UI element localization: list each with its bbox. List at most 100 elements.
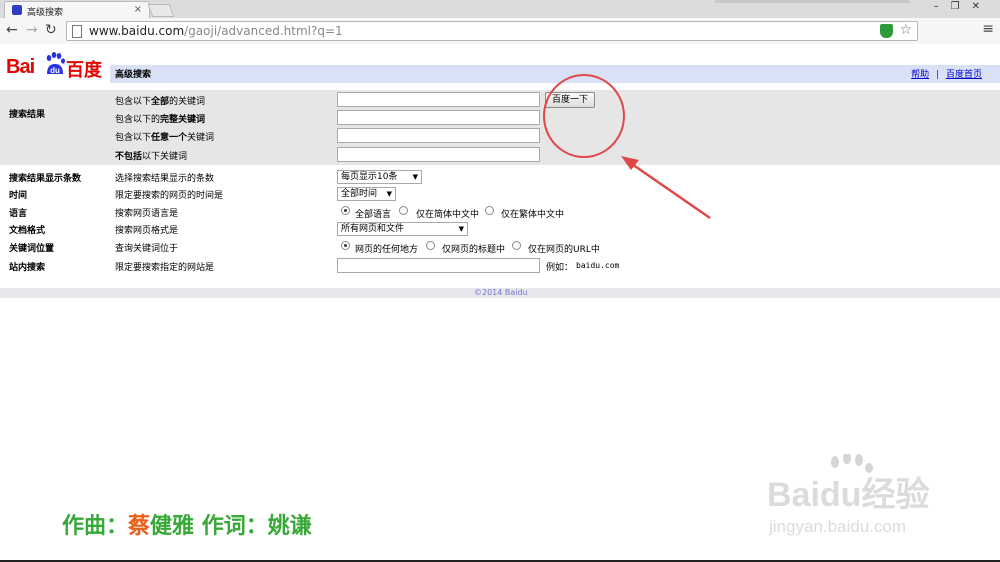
browser-chrome: 高级搜索 × –❐✕ ← → ↻ www.baidu.com/gaoji/adv… bbox=[0, 0, 1000, 44]
time-value: 全部时间 bbox=[341, 189, 378, 199]
reload-icon[interactable]: ↻ bbox=[45, 22, 57, 38]
site-search-label: 站内搜索 bbox=[9, 263, 46, 273]
address-bar[interactable]: www.baidu.com/gaoji/advanced.html?q=1 ☆ bbox=[66, 21, 918, 41]
any-keyword-post: 关键词 bbox=[187, 133, 215, 143]
any-keyword-input[interactable] bbox=[337, 128, 540, 143]
new-tab-button[interactable] bbox=[147, 4, 175, 17]
copyright: ©2014 Baidu bbox=[474, 288, 528, 297]
exact-phrase-pre: 包含以下的 bbox=[115, 115, 161, 125]
window-drag-area[interactable] bbox=[715, 0, 910, 3]
pos-anywhere-radio[interactable] bbox=[341, 241, 350, 250]
format-value: 所有网页和文件 bbox=[341, 224, 405, 234]
pos-url-radio[interactable] bbox=[512, 241, 521, 250]
baidu-logo[interactable]: Bai du 百度 bbox=[6, 52, 106, 82]
dropdown-arrow-icon: ▼ bbox=[458, 225, 464, 233]
page-title: 高级搜索 bbox=[115, 70, 152, 80]
annotation-circle bbox=[543, 74, 625, 158]
tab-advanced-search[interactable]: 高级搜索 × bbox=[4, 1, 150, 18]
any-keyword-label: 包含以下任意一个关键词 bbox=[115, 130, 214, 143]
exclude-keywords-input[interactable] bbox=[337, 147, 540, 162]
pos-title-label: 仅网页的标题中 bbox=[442, 245, 506, 255]
lang-all-label: 全部语言 bbox=[355, 210, 392, 220]
bookmark-star-icon[interactable]: ☆ bbox=[899, 22, 912, 38]
all-keywords-input[interactable] bbox=[337, 92, 540, 107]
caption-part1: 作曲： bbox=[62, 514, 129, 539]
pos-anywhere-label: 网页的任何地方 bbox=[355, 245, 419, 255]
logo-du: du bbox=[50, 66, 60, 75]
url-host: www.baidu.com bbox=[89, 24, 185, 38]
exclude-keywords-bold: 不包括 bbox=[115, 152, 143, 162]
language-label: 语言 bbox=[9, 209, 28, 219]
time-label: 时间 bbox=[9, 191, 28, 201]
url-path: /gaoji/advanced.html?q=1 bbox=[184, 24, 343, 38]
all-keywords-post: 的关键词 bbox=[169, 97, 206, 107]
tab-bar: 高级搜索 × –❐✕ bbox=[0, 0, 1000, 18]
back-arrow-icon[interactable]: ← bbox=[6, 22, 18, 38]
tab-title: 高级搜索 bbox=[27, 8, 64, 18]
menu-icon[interactable]: ≡ bbox=[982, 21, 994, 37]
lang-all-radio[interactable] bbox=[341, 206, 350, 215]
lang-traditional-label: 仅在繁体中文中 bbox=[501, 210, 565, 220]
restore-icon[interactable]: ❐ bbox=[951, 1, 972, 12]
result-count-value: 每页显示10条 bbox=[341, 172, 398, 182]
time-select[interactable]: 全部时间 ▼ bbox=[337, 187, 396, 201]
lang-traditional-radio[interactable] bbox=[485, 206, 494, 215]
site-search-input[interactable] bbox=[337, 258, 540, 273]
keyword-position-label: 关键词位置 bbox=[9, 244, 55, 254]
search-results-label: 搜索结果 bbox=[9, 110, 46, 120]
help-link[interactable]: 帮助 bbox=[911, 70, 929, 80]
baidu-favicon-icon bbox=[12, 5, 22, 15]
header-links: 帮助 | 百度首页 bbox=[911, 67, 982, 80]
baidu-jingyan-watermark: Baidu经验 jingyan.baidu.com bbox=[767, 454, 929, 536]
page-content: Bai du 百度 高级搜索 帮助 | 百度首页 搜索结果 包含以下全部的关键词… bbox=[0, 44, 1000, 562]
result-count-desc: 选择搜索结果显示的条数 bbox=[115, 174, 215, 184]
forward-arrow-icon[interactable]: → bbox=[26, 22, 38, 38]
title-bar: 高级搜索 帮助 | 百度首页 bbox=[110, 65, 1000, 83]
pos-url-label: 仅在网页的URL中 bbox=[528, 245, 600, 255]
site-search-desc: 限定要搜索指定的网站是 bbox=[115, 263, 215, 273]
format-desc: 搜索网页格式是 bbox=[115, 226, 179, 236]
caption-part3: 健雅 作词：姚谦 bbox=[150, 514, 312, 539]
exact-phrase-bold: 完整关键词 bbox=[160, 115, 206, 125]
lang-simplified-label: 仅在简体中文中 bbox=[416, 210, 480, 220]
pos-title-radio[interactable] bbox=[426, 241, 435, 250]
result-count-label: 搜索结果显示条数 bbox=[9, 174, 82, 184]
language-desc: 搜索网页语言是 bbox=[115, 209, 179, 219]
logo-chinese: 百度 bbox=[66, 60, 102, 81]
keyword-position-desc: 查询关键词位于 bbox=[115, 244, 179, 254]
page-icon bbox=[72, 25, 82, 38]
watermark-url: jingyan.baidu.com bbox=[768, 517, 906, 536]
lyrics-caption: 作曲：蔡健雅 作词：姚谦 bbox=[62, 508, 312, 540]
paw-icon: du bbox=[46, 52, 65, 75]
lang-simplified-radio[interactable] bbox=[399, 206, 408, 215]
format-select[interactable]: 所有网页和文件 ▼ bbox=[337, 222, 468, 236]
exclude-keywords-post: 以下关键词 bbox=[142, 152, 188, 162]
watermark-text: Baidu经验 bbox=[767, 475, 929, 514]
all-keywords-label: 包含以下全部的关键词 bbox=[115, 94, 205, 107]
annotation-arrow-icon bbox=[621, 156, 711, 220]
shield-extension-icon[interactable] bbox=[880, 24, 893, 38]
window-controls[interactable]: –❐✕ bbox=[934, 1, 992, 12]
all-keywords-bold: 全部 bbox=[151, 97, 170, 107]
minimize-icon[interactable]: – bbox=[934, 1, 951, 12]
exact-phrase-input[interactable] bbox=[337, 110, 540, 125]
exclude-keywords-label: 不包括以下关键词 bbox=[115, 149, 187, 162]
any-keyword-pre: 包含以下 bbox=[115, 133, 152, 143]
url-text[interactable]: www.baidu.com/gaoji/advanced.html?q=1 bbox=[89, 24, 343, 38]
close-icon[interactable]: × bbox=[134, 4, 142, 15]
time-desc: 限定要搜索的网页的时间是 bbox=[115, 191, 224, 201]
logo-bai: Bai bbox=[6, 56, 35, 78]
home-link[interactable]: 百度首页 bbox=[946, 70, 982, 80]
all-keywords-pre: 包含以下 bbox=[115, 97, 152, 107]
result-count-select[interactable]: 每页显示10条 ▼ bbox=[337, 170, 422, 184]
dropdown-arrow-icon: ▼ bbox=[412, 173, 418, 181]
format-label: 文档格式 bbox=[9, 226, 46, 236]
dropdown-arrow-icon: ▼ bbox=[386, 190, 392, 198]
site-example-label: 例如： bbox=[546, 263, 574, 273]
close-window-icon[interactable]: ✕ bbox=[972, 1, 992, 12]
footer: ©2014 Baidu bbox=[0, 288, 1000, 298]
exact-phrase-label: 包含以下的完整关键词 bbox=[115, 112, 205, 125]
any-keyword-bold: 任意一个 bbox=[151, 133, 188, 143]
caption-part2: 蔡 bbox=[128, 514, 151, 539]
navigation-bar: ← → ↻ www.baidu.com/gaoji/advanced.html?… bbox=[0, 18, 1000, 44]
